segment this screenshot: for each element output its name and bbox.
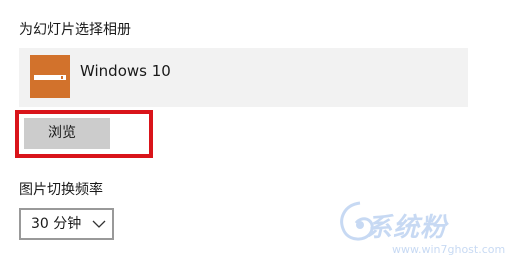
album-section-label: 为幻灯片选择相册	[19, 22, 131, 38]
album-tile[interactable]: Windows 10	[19, 48, 468, 107]
album-name: Windows 10	[80, 62, 171, 80]
interval-section-label: 图片切换频率	[19, 182, 103, 198]
interval-dropdown[interactable]: 30 分钟	[19, 208, 114, 240]
chevron-down-icon	[92, 220, 106, 228]
interval-selected-value: 30 分钟	[31, 216, 82, 232]
watermark: 系统粉 www.win7ghost.com	[330, 195, 516, 263]
watermark-text: 系统粉	[366, 213, 448, 243]
album-folder-icon	[30, 55, 70, 98]
browse-button[interactable]: 浏览	[24, 118, 110, 149]
watermark-url: www.win7ghost.com	[392, 243, 506, 256]
